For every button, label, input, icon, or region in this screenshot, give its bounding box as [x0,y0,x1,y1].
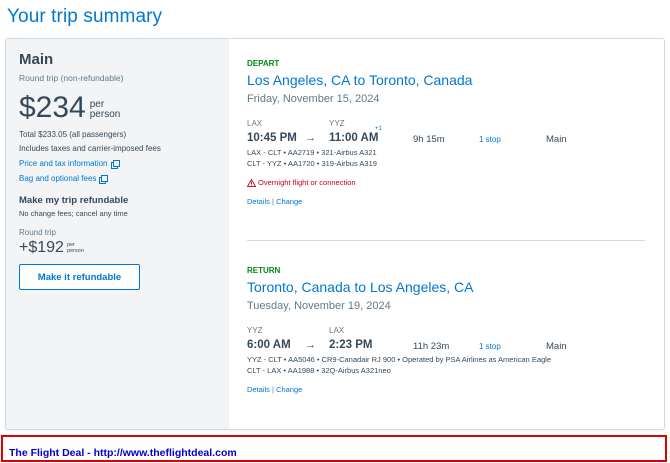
depart-label: DEPART [247,59,280,68]
depart-change-link[interactable]: Change [276,197,302,206]
depart-arrival-time: 11:00 AM [329,132,379,144]
return-stops-link[interactable]: 1 stop [479,342,501,351]
return-route: Toronto, Canada to Los Angeles, CA [247,279,474,295]
arrow-right-icon: → [305,132,316,144]
depart-date: Friday, November 15, 2024 [247,93,380,105]
depart-day-offset: +1 [375,126,382,132]
return-label: RETURN [247,266,281,275]
return-change-link[interactable]: Change [276,385,302,394]
depart-stops-link[interactable]: 1 stop [479,135,501,144]
overnight-warning-text: Overnight flight or connection [258,178,356,187]
fare-sidebar: Main Round trip (non-refundable) $234 pe… [6,39,229,429]
return-leg-2: CLT - LAX • AA1988 • 32Q-Airbus A321neo [247,366,391,375]
depart-route: Los Angeles, CA to Toronto, Canada [247,72,473,88]
depart-times: 10:45 PM → 11:00 AM +1 9h 15m 1 stop Mai… [247,126,645,148]
depart-origin-code: LAX [247,119,263,128]
depart-departure-time: 10:45 PM [247,132,297,144]
segment-divider [247,240,645,241]
fare-name: Main [19,51,54,68]
return-leg-1: YYZ - CLT • AA5046 • CR9-Canadair RJ 900… [247,355,551,364]
return-actions: Details | Change [247,385,645,394]
depart-details-link[interactable]: Details [247,197,270,206]
return-duration: 11h 23m [413,341,450,352]
refund-subtitle: No change fees; cancel any time [19,209,128,218]
arrow-right-icon: → [305,339,316,351]
refund-title: Make my trip refundable [19,195,129,206]
depart-cabin: Main [546,134,567,145]
return-departure-time: 6:00 AM [247,339,291,351]
return-arrival-time: 2:23 PM [329,339,373,351]
trip-summary-card: Main Round trip (non-refundable) $234 pe… [5,38,665,430]
refund-trip-label: Round trip [19,228,56,237]
return-date: Tuesday, November 19, 2024 [247,300,391,312]
return-details-link[interactable]: Details [247,385,270,394]
depart-segment: DEPART Los Angeles, CA to Toronto, Canad… [247,59,645,206]
refund-price-unit-person: person [66,248,84,254]
bag-fees-link[interactable]: Bag and optional fees [19,174,216,184]
page-title: Your trip summary [7,6,163,27]
overnight-warning: Overnight flight or connection [247,178,645,187]
fare-price-unit-person: person [89,109,121,120]
watermark-banner: The Flight Deal - http://www.theflightde… [1,435,667,462]
depart-airport-codes: LAX YYZ [247,119,645,129]
return-times: 6:00 AM → 2:23 PM 11h 23m 1 stop Main [247,339,645,355]
refund-price: +$192 [19,239,64,256]
price-tax-link[interactable]: Price and tax information [19,159,216,169]
return-origin-code: YYZ [247,326,263,335]
return-cabin: Main [546,341,567,352]
fare-price: $234 [19,91,86,124]
return-airport-codes: YYZ LAX [247,326,645,336]
depart-leg-1: LAX - CLT • AA2719 • 321-Airbus A321 [247,148,377,157]
fare-price-unit: per person [90,100,121,120]
depart-leg-2: CLT - YYZ • AA1720 • 319-Airbus A319 [247,159,377,168]
fare-total: Total $233.05 (all passengers) [19,130,127,139]
bag-fees-link-label: Bag and optional fees [19,174,97,183]
fare-trip-type: Round trip (non-refundable) [19,73,124,83]
warning-icon [247,178,256,187]
refund-price-unit: per person [67,242,84,254]
depart-duration: 9h 15m [413,134,445,145]
price-tax-link-label: Price and tax information [19,159,108,168]
banner-text: The Flight Deal - http://www.theflightde… [9,447,237,459]
depart-destination-code: YYZ [329,119,345,128]
depart-actions: Details | Change [247,197,645,206]
fare-price-row: $234 per person [19,89,216,123]
return-destination-code: LAX [329,326,345,335]
refund-price-row: +$192 per person [19,240,216,256]
external-link-icon [99,174,109,184]
external-link-icon [110,159,120,169]
fare-includes: Includes taxes and carrier-imposed fees [19,144,161,153]
make-refundable-button[interactable]: Make it refundable [19,264,140,290]
return-segment: RETURN Toronto, Canada to Los Angeles, C… [247,266,645,394]
